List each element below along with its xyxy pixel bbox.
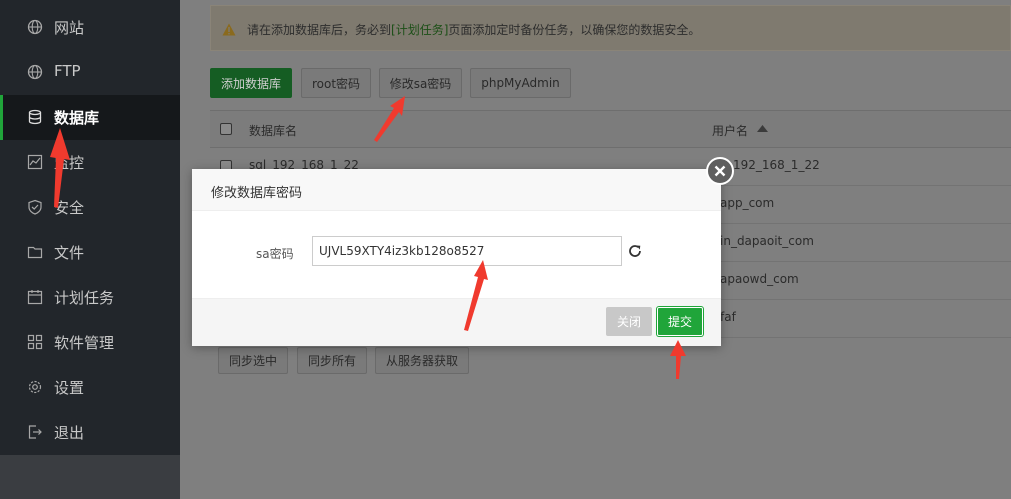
dialog-title: 修改数据库密码 — [211, 186, 303, 201]
sidebar-item-ftp[interactable]: FTP — [0, 50, 180, 95]
sidebar-item-label: 计划任务 — [54, 289, 115, 307]
sync-selected-button[interactable]: 同步选中 — [218, 347, 288, 374]
database-user: 192_168_1_22 — [733, 158, 820, 172]
alert-suffix: 页面添加定时备份任务，以确保您的数据安全。 — [448, 23, 701, 37]
gear-icon — [28, 380, 42, 394]
change-password-dialog: 修改数据库密码 sa密码 关闭 提交 — [192, 169, 721, 346]
sidebar-item-cron[interactable]: 计划任务 — [0, 275, 180, 320]
sidebar-item-settings[interactable]: 设置 — [0, 365, 180, 410]
column-header-user[interactable]: 用户名 — [712, 122, 748, 139]
sidebar-item-logout[interactable]: 退出 — [0, 410, 180, 455]
add-database-button[interactable]: 添加数据库 — [210, 68, 292, 98]
globe-icon — [27, 64, 43, 80]
sidebar-item-label: 网站 — [54, 19, 85, 37]
monitor-icon — [27, 154, 43, 170]
column-header-name[interactable]: 数据库名 — [249, 122, 297, 139]
globe-icon — [27, 19, 43, 35]
submit-button[interactable]: 提交 — [657, 307, 703, 336]
sidebar-item-label: 退出 — [54, 424, 85, 442]
database-user: app_com — [720, 196, 775, 210]
sa-password-input[interactable] — [312, 236, 622, 266]
select-all-checkbox[interactable] — [220, 123, 232, 135]
sidebar-item-monitor[interactable]: 监控 — [0, 140, 180, 185]
database-user: faf — [720, 310, 736, 324]
sidebar-item-label: 软件管理 — [54, 334, 115, 352]
root-password-button[interactable]: root密码 — [301, 68, 371, 98]
sidebar-item-label: 设置 — [54, 379, 85, 397]
sidebar-item-label: FTP — [54, 62, 81, 80]
fetch-from-server-button[interactable]: 从服务器获取 — [375, 347, 469, 374]
sidebar-item-files[interactable]: 文件 — [0, 230, 180, 275]
sidebar-item-label: 文件 — [54, 244, 85, 262]
alert-text: 请在添加数据库后，务必到[计划任务]页面添加定时备份任务，以确保您的数据安全。 — [247, 21, 700, 38]
database-icon — [28, 109, 42, 125]
table-header: 数据库名 用户名 — [210, 110, 1011, 148]
grid-icon — [27, 334, 43, 350]
sort-asc-icon[interactable] — [757, 125, 768, 132]
database-user: in_dapaoit_com — [720, 234, 814, 248]
warning-alert: 请在添加数据库后，务必到[计划任务]页面添加定时备份任务，以确保您的数据安全。 — [210, 5, 1011, 51]
sidebar-item-label: 安全 — [54, 199, 85, 217]
dialog-footer: 关闭 提交 — [192, 298, 721, 346]
calendar-icon — [27, 290, 43, 305]
sa-password-label: sa密码 — [256, 247, 294, 261]
shield-icon — [28, 199, 42, 215]
close-icon — [714, 165, 726, 177]
logout-icon — [28, 425, 42, 439]
sync-all-button[interactable]: 同步所有 — [297, 347, 367, 374]
sidebar-item-label: 监控 — [54, 154, 85, 172]
sidebar-item-software[interactable]: 软件管理 — [0, 320, 180, 365]
sidebar-item-security[interactable]: 安全 — [0, 185, 180, 230]
database-user: apaowd_com — [720, 272, 799, 286]
sidebar-item-database[interactable]: 数据库 — [0, 95, 180, 140]
change-sa-password-button[interactable]: 修改sa密码 — [379, 68, 462, 98]
refresh-icon[interactable] — [627, 243, 643, 259]
sidebar: 网站 FTP 数据库 监控 安全 文件 计划任务 软件管理 设置 退出 — [0, 0, 180, 499]
sidebar-footer — [0, 455, 180, 499]
close-button[interactable]: 关闭 — [606, 307, 652, 336]
folder-icon — [27, 246, 43, 259]
sidebar-item-website[interactable]: 网站 — [0, 5, 180, 50]
dialog-header: 修改数据库密码 — [192, 169, 721, 211]
cron-link[interactable]: [计划任务] — [391, 23, 448, 37]
sidebar-item-label: 数据库 — [54, 109, 100, 127]
dialog-close-button[interactable] — [706, 157, 734, 185]
warning-icon — [222, 23, 236, 36]
alert-prefix: 请在添加数据库后，务必到 — [247, 23, 392, 37]
phpmyadmin-button[interactable]: phpMyAdmin — [470, 68, 571, 98]
